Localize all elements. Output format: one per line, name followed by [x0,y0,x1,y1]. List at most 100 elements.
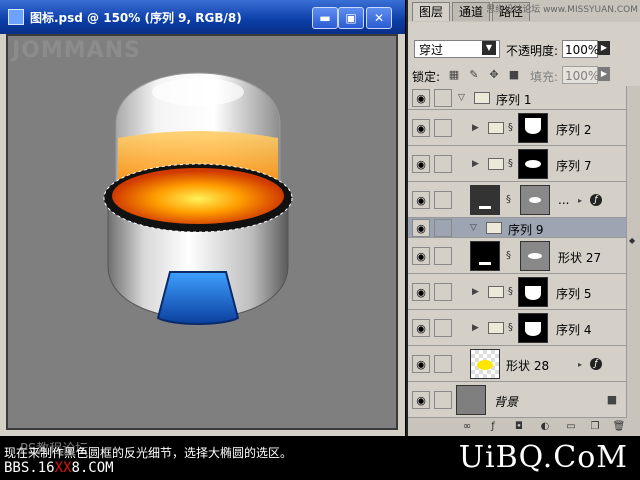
fill-slider-arrow-icon[interactable]: ▶ [598,67,610,81]
link-box[interactable] [434,247,452,265]
fx-icon[interactable]: ƒ [590,194,602,206]
lock-all-icon[interactable]: ■ [508,69,520,81]
chevron-down-icon[interactable]: ▼ [482,41,496,55]
panel-footer: ∞ ƒ ◘ ◐ ▭ ❐ 🗑 [408,418,640,436]
expand-right-icon[interactable]: ▶ [472,323,479,333]
chain-icon: § [508,158,513,169]
trash-icon[interactable]: 🗑 [612,420,626,434]
mask-thumbnail[interactable] [518,149,548,179]
layer-thumbnail[interactable] [456,385,486,415]
minimize-button[interactable]: ▬ [312,7,338,29]
folder-icon [486,222,502,234]
layer-name: 背景 [494,395,519,409]
link-box[interactable] [434,155,452,173]
expand-right-icon[interactable]: ▶ [472,123,479,133]
eye-icon[interactable]: ◉ [412,319,430,337]
folder-icon [474,92,490,104]
folder-icon [488,158,504,170]
fill-label: 填充: [530,70,559,84]
bbs-url: BBS.16XX8.COM [4,460,114,476]
eye-icon[interactable]: ◉ [412,219,430,237]
lock-label: 锁定: [412,70,441,84]
expand-down-icon[interactable]: ▽ [458,93,465,103]
layer-row-group-7[interactable]: ◉ ▶ § 序列 7 [408,146,626,182]
scroll-arrow-icon[interactable]: ◆ [629,236,635,245]
layer-name: ... [558,193,570,207]
canvas-area[interactable]: JOMMANS [6,34,398,430]
eye-icon[interactable]: ◉ [412,355,430,373]
bbs-suffix: 8.COM [71,460,114,476]
mask-thumbnail[interactable] [518,277,548,307]
folder-icon [488,286,504,298]
expand-right-icon[interactable]: ▶ [472,159,479,169]
link-box[interactable] [434,219,452,237]
layer-row-group-9[interactable]: ◉ ▽ 序列 9 [408,218,626,238]
layer-row-group-5[interactable]: ◉ ▶ § 序列 5 [408,274,626,310]
mask-thumbnail[interactable] [520,241,550,271]
mask-icon[interactable]: ◘ [512,420,526,434]
fx-icon[interactable]: ƒ [486,420,500,434]
folder-icon [488,322,504,334]
link-box[interactable] [434,319,452,337]
link-box[interactable] [434,89,452,107]
capsule-icon-artwork[interactable] [8,36,396,428]
layer-name: 形状 28 [506,359,550,373]
layer-thumbnail[interactable] [470,241,500,271]
layer-thumbnail[interactable] [470,349,500,379]
tab-channels[interactable]: 通道 [452,2,491,21]
fx-icon[interactable]: ƒ [590,358,602,370]
eye-icon[interactable]: ◉ [412,283,430,301]
bbs-prefix: BBS.16 [4,460,55,476]
layer-name: 形状 27 [558,251,602,265]
style-arrow-icon[interactable]: ▸ [578,360,582,369]
layer-row-shape-28[interactable]: ◉ 形状 28 ▸ ƒ [408,346,626,382]
new-layer-icon[interactable]: ❐ [588,420,602,434]
lock-transparency-icon[interactable]: ▦ [448,69,460,81]
link-box[interactable] [434,283,452,301]
layer-name: 序列 9 [508,223,544,237]
eye-icon[interactable]: ◉ [412,89,430,107]
layers-scrollbar[interactable]: ◆ [626,86,640,418]
style-arrow-icon[interactable]: ▸ [578,196,582,205]
layer-row-shape-27[interactable]: ◉ § 形状 27 [408,238,626,274]
layer-row-shape-fx[interactable]: ◉ § ... ▸ ƒ [408,182,626,218]
eye-icon[interactable]: ◉ [412,191,430,209]
mask-thumbnail[interactable] [518,113,548,143]
lock-position-icon[interactable]: ✥ [488,69,500,81]
eye-icon[interactable]: ◉ [412,155,430,173]
mask-thumbnail[interactable] [520,185,550,215]
site-watermark: 思缘设计论坛 www.MISSYUAN.COM [486,5,638,15]
chain-icon: § [508,286,513,297]
expand-down-icon[interactable]: ▽ [470,223,477,233]
chain-icon: § [508,122,513,133]
link-box[interactable] [434,119,452,137]
lock-pixels-icon[interactable]: ✎ [468,69,480,81]
maximize-button[interactable]: ▣ [338,7,364,29]
layer-row-group-2[interactable]: ◉ ▶ § 序列 2 [408,110,626,146]
layer-thumbnail[interactable] [470,185,500,215]
link-box[interactable] [434,355,452,373]
expand-right-icon[interactable]: ▶ [472,287,479,297]
eye-icon[interactable]: ◉ [412,247,430,265]
layer-name: 序列 7 [556,159,592,173]
mask-thumbnail[interactable] [518,313,548,343]
opacity-slider-arrow-icon[interactable]: ▶ [598,41,610,55]
opacity-field[interactable]: 100% [562,40,599,58]
folder-icon [488,122,504,134]
layer-row-group-1[interactable]: ◉ ▽ 序列 1 [408,86,626,110]
layer-row-background[interactable]: ◉ 背景 ■ [408,382,626,418]
layer-name: 序列 1 [496,93,532,107]
eye-icon[interactable]: ◉ [412,391,430,409]
link-box[interactable] [434,391,452,409]
eye-icon[interactable]: ◉ [412,119,430,137]
link-icon[interactable]: ∞ [460,420,474,434]
document-titlebar[interactable]: 图标.psd @ 150% (序列 9, RGB/8) ▬ ▣ ✕ [0,0,405,34]
close-button[interactable]: ✕ [366,7,392,29]
document-window: 图标.psd @ 150% (序列 9, RGB/8) ▬ ▣ ✕ JOMMAN… [0,0,405,436]
tab-layers[interactable]: 图层 [412,2,451,21]
layer-row-group-4[interactable]: ◉ ▶ § 序列 4 [408,310,626,346]
link-box[interactable] [434,191,452,209]
fill-field[interactable]: 100% [562,66,599,84]
new-fill-icon[interactable]: ◐ [538,420,552,434]
new-group-icon[interactable]: ▭ [564,420,578,434]
